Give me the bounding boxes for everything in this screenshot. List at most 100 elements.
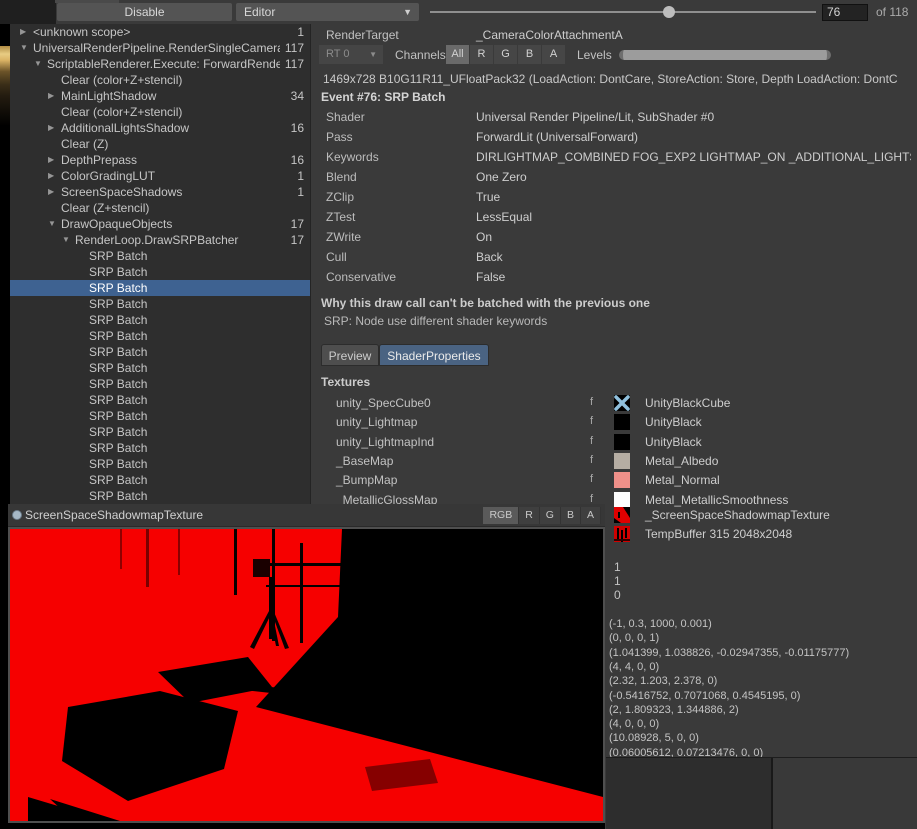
tree-row[interactable]: SRP Batch <box>10 472 310 488</box>
preview-channel-button-rgb[interactable]: RGB <box>483 507 519 524</box>
tree-row[interactable]: SRP Batch <box>10 296 310 312</box>
tree-row[interactable]: ▼ScriptableRenderer.Execute: ForwardRend… <box>10 56 310 72</box>
preview-channel-button-a[interactable]: A <box>581 507 601 524</box>
tree-row[interactable]: Clear (Z) <box>10 136 310 152</box>
channel-button-r[interactable]: R <box>470 45 494 64</box>
target-selector-dropdown[interactable]: Editor ▼ <box>236 3 419 21</box>
bottom-black-strip <box>8 823 605 829</box>
tree-row[interactable]: ▶<unknown scope>1 <box>10 24 310 40</box>
tree-item-label: SRP Batch <box>89 344 280 360</box>
texture-property-name: unity_Lightmap <box>336 415 417 429</box>
tree-row[interactable]: ▶MainLightShadow34 <box>10 88 310 104</box>
foldout-open-icon[interactable]: ▼ <box>20 40 28 56</box>
tree-row[interactable]: SRP Batch <box>10 440 310 456</box>
texture-thumbnail-tempbuffer[interactable] <box>614 526 630 544</box>
tree-row[interactable]: ▶ScreenSpaceShadows1 <box>10 184 310 200</box>
preview-titlebar[interactable]: ScreenSpaceShadowmapTexture RGBRGBA <box>8 504 605 527</box>
tree-row[interactable]: ▼UniversalRenderPipeline.RenderSingleCam… <box>10 40 310 56</box>
texture-thumbnail-shadowmap[interactable] <box>614 507 630 525</box>
tree-item-label: Clear (color+Z+stencil) <box>61 72 280 88</box>
tree-item-label: SRP Batch <box>89 264 280 280</box>
foldout-closed-icon[interactable]: ▶ <box>20 24 26 40</box>
property-value: LessEqual <box>476 210 911 224</box>
tree-row[interactable]: SRP Batch <box>10 248 310 264</box>
channel-button-a[interactable]: A <box>542 45 566 64</box>
texture-thumbnail-black[interactable] <box>614 414 630 430</box>
tree-row[interactable]: SRP Batch <box>10 360 310 376</box>
tree-row[interactable]: SRP Batch <box>10 392 310 408</box>
tree-row[interactable]: SRP Batch <box>10 376 310 392</box>
rt-index-label: RT 0 <box>326 48 349 60</box>
tab-shaderproperties[interactable]: ShaderProperties <box>379 344 489 366</box>
tree-row[interactable]: Clear (Z+stencil) <box>10 200 310 216</box>
tree-row[interactable]: Clear (color+Z+stencil) <box>10 104 310 120</box>
foldout-closed-icon[interactable]: ▶ <box>48 168 54 184</box>
tree-item-label: SRP Batch <box>89 360 280 376</box>
event-number-input[interactable]: 76 <box>822 4 868 21</box>
texture-asset-name: Metal_MetallicSmoothness <box>645 493 788 507</box>
texture-thumbnail-black-cube[interactable] <box>614 395 630 411</box>
property-value: DIRLIGHTMAP_COMBINED FOG_EXP2 LIGHTMAP_O… <box>476 150 911 164</box>
tree-item-label: DrawOpaqueObjects <box>61 216 280 232</box>
tree-item-label: SRP Batch <box>89 472 280 488</box>
texture-asset-name: _ScreenSpaceShadowmapTexture <box>645 508 830 522</box>
texture-flag: f <box>590 454 593 466</box>
event-slider-track[interactable] <box>430 11 816 13</box>
tree-row[interactable]: ▶ColorGradingLUT1 <box>10 168 310 184</box>
foldout-open-icon[interactable]: ▼ <box>62 232 70 248</box>
foldout-closed-icon[interactable]: ▶ <box>48 152 54 168</box>
disable-button[interactable]: Disable <box>57 3 232 21</box>
preview-channel-button-g[interactable]: G <box>540 507 561 524</box>
tree-row[interactable]: ▶DepthPrepass16 <box>10 152 310 168</box>
texture-asset-name: TempBuffer 315 2048x2048 <box>645 527 792 541</box>
tree-row[interactable]: SRP Batch <box>10 264 310 280</box>
tab-preview[interactable]: Preview <box>321 344 379 366</box>
foldout-closed-icon[interactable]: ▶ <box>48 120 54 136</box>
channel-button-b[interactable]: B <box>518 45 542 64</box>
texture-icon <box>12 510 22 520</box>
texture-thumbnail-albedo[interactable] <box>614 453 630 469</box>
tree-item-label: SRP Batch <box>89 248 280 264</box>
tree-row[interactable]: SRP Batch <box>10 456 310 472</box>
event-slider-thumb[interactable] <box>663 6 675 18</box>
tree-row[interactable]: ▼RenderLoop.DrawSRPBatcher17 <box>10 232 310 248</box>
tree-row[interactable]: SRP Batch <box>10 280 310 296</box>
property-value: False <box>476 270 911 284</box>
tree-item-label: SRP Batch <box>89 408 280 424</box>
channel-button-all[interactable]: All <box>446 45 470 64</box>
texture-flag: f <box>590 493 593 505</box>
tree-item-count: 1 <box>297 184 304 200</box>
tree-item-count: 117 <box>285 56 304 72</box>
tree-row[interactable]: SRP Batch <box>10 488 310 504</box>
foldout-open-icon[interactable]: ▼ <box>48 216 56 232</box>
preview-channel-button-b[interactable]: B <box>561 507 581 524</box>
tree-row[interactable]: ▶AdditionalLightsShadow16 <box>10 120 310 136</box>
preview-channel-buttons: RGBRGBA <box>483 507 601 524</box>
foldout-closed-icon[interactable]: ▶ <box>48 184 54 200</box>
property-value: True <box>476 190 911 204</box>
batch-break-reason: SRP: Node use different shader keywords <box>324 314 547 328</box>
tree-row[interactable]: Clear (color+Z+stencil) <box>10 72 310 88</box>
texture-thumbnail-black[interactable] <box>614 434 630 450</box>
channels-label: Channels <box>395 48 446 62</box>
property-row: ZTestLessEqual <box>311 210 911 230</box>
channel-button-group: AllRGBA <box>446 45 566 64</box>
tree-row[interactable]: SRP Batch <box>10 328 310 344</box>
background-scene-fragment <box>0 46 10 126</box>
rt-index-dropdown[interactable]: RT 0 ▼ <box>319 45 383 64</box>
tree-row[interactable]: SRP Batch <box>10 344 310 360</box>
tree-row[interactable]: SRP Batch <box>10 312 310 328</box>
foldout-open-icon[interactable]: ▼ <box>34 56 42 72</box>
texture-thumbnail-normal[interactable] <box>614 472 630 488</box>
toolbar: Disable Editor ▼ 76 of 118 <box>0 0 917 24</box>
texture-thumbnail-white[interactable] <box>614 492 630 508</box>
tree-row[interactable]: SRP Batch <box>10 408 310 424</box>
property-label: Keywords <box>326 150 379 164</box>
channel-button-g[interactable]: G <box>494 45 518 64</box>
preview-channel-button-r[interactable]: R <box>519 507 540 524</box>
levels-range-slider[interactable] <box>619 50 831 60</box>
foldout-closed-icon[interactable]: ▶ <box>48 88 54 104</box>
tree-row[interactable]: ▼DrawOpaqueObjects17 <box>10 216 310 232</box>
tree-item-label: AdditionalLightsShadow <box>61 120 280 136</box>
tree-row[interactable]: SRP Batch <box>10 424 310 440</box>
